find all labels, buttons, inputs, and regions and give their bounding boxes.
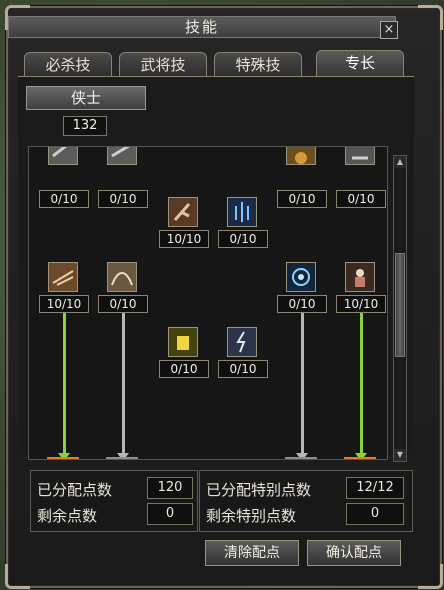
special-allocated-label: 已分配特别点数: [206, 481, 312, 499]
class-button[interactable]: 侠士: [26, 86, 146, 110]
frame-corner-bottom-right: [418, 564, 443, 589]
skill-link-inactive: [122, 312, 125, 455]
skill-slot[interactable]: 0/10: [277, 147, 327, 209]
points-panel: 已分配点数 120 剩余点数 0: [30, 470, 198, 532]
skill-count: 0/10: [277, 295, 327, 313]
skill-slot-partial: [47, 457, 79, 459]
skill-slot-partial: [344, 457, 376, 459]
special-remaining-value: 0: [346, 503, 404, 525]
skill-count: 0/10: [336, 190, 386, 208]
tab-general-skill[interactable]: 武将技: [119, 52, 207, 77]
tab-special-move[interactable]: 必杀技: [24, 52, 112, 77]
skill-link-active: [360, 312, 363, 455]
skill-count: 0/10: [277, 190, 327, 208]
skill-icon: [286, 262, 316, 292]
scroll-thumb[interactable]: [395, 253, 405, 357]
level-display: 132: [63, 116, 107, 136]
skill-icon: [48, 147, 78, 165]
skill-slot[interactable]: 10/10: [159, 197, 209, 249]
skill-slot[interactable]: 0/10: [98, 147, 148, 209]
skill-icon: [345, 147, 375, 165]
skill-icon: [107, 262, 137, 292]
skill-count: 0/10: [98, 190, 148, 208]
skill-icon: [168, 197, 198, 227]
skill-tree: 0/10 0/10 0/10 0/10 10/10 0/10 10/10 0/1…: [28, 146, 388, 460]
skill-slot[interactable]: 0/10: [336, 147, 386, 209]
skill-count: 0/10: [39, 190, 89, 208]
frame-corner-top-right: [418, 5, 443, 30]
skill-count: 10/10: [336, 295, 386, 313]
close-button[interactable]: ×: [380, 21, 398, 39]
skill-count: 0/10: [98, 295, 148, 313]
skill-tree-scrollbar[interactable]: ▲ ▼: [393, 155, 407, 462]
skill-count: 0/10: [218, 360, 268, 378]
frame-corner-bottom-left: [5, 564, 30, 589]
skill-slot[interactable]: 0/10: [159, 327, 209, 379]
skill-slot-partial: [106, 457, 138, 459]
skill-slot[interactable]: 10/10: [39, 262, 89, 314]
skill-icon: [227, 327, 257, 357]
skill-count: 0/10: [159, 360, 209, 378]
skill-slot[interactable]: 0/10: [39, 147, 89, 209]
remaining-points-value: 0: [147, 503, 193, 525]
scroll-up-icon[interactable]: ▲: [394, 156, 406, 168]
skill-slot-partial: [285, 457, 317, 459]
tab-special-skill[interactable]: 特殊技: [214, 52, 302, 77]
skill-slot[interactable]: 0/10: [218, 327, 268, 379]
clear-points-button[interactable]: 清除配点: [205, 540, 299, 566]
skill-slot[interactable]: 0/10: [277, 262, 327, 314]
skill-icon: [286, 147, 316, 165]
skill-slot[interactable]: 0/10: [218, 197, 268, 249]
skill-icon: [168, 327, 198, 357]
allocated-points-label: 已分配点数: [37, 481, 113, 499]
scroll-down-icon[interactable]: ▼: [394, 449, 406, 461]
skill-slot[interactable]: 10/10: [336, 262, 386, 314]
confirm-points-button[interactable]: 确认配点: [307, 540, 401, 566]
skill-icon: [107, 147, 137, 165]
skill-count: 0/10: [218, 230, 268, 248]
skill-icon: [345, 262, 375, 292]
window-title: 技能: [8, 16, 396, 38]
allocated-points-value: 120: [147, 477, 193, 499]
special-remaining-label: 剩余特别点数: [206, 507, 297, 525]
skill-link-inactive: [301, 312, 304, 455]
special-allocated-value: 12/12: [346, 477, 404, 499]
skill-slot[interactable]: 0/10: [98, 262, 148, 314]
skill-count: 10/10: [159, 230, 209, 248]
remaining-points-label: 剩余点数: [37, 507, 98, 525]
skill-icon: [227, 197, 257, 227]
tab-expertise[interactable]: 专长: [316, 50, 404, 77]
skill-icon: [48, 262, 78, 292]
skill-count: 10/10: [39, 295, 89, 313]
skill-link-active: [63, 312, 66, 455]
special-points-panel: 已分配特别点数 12/12 剩余特别点数 0: [199, 470, 413, 532]
